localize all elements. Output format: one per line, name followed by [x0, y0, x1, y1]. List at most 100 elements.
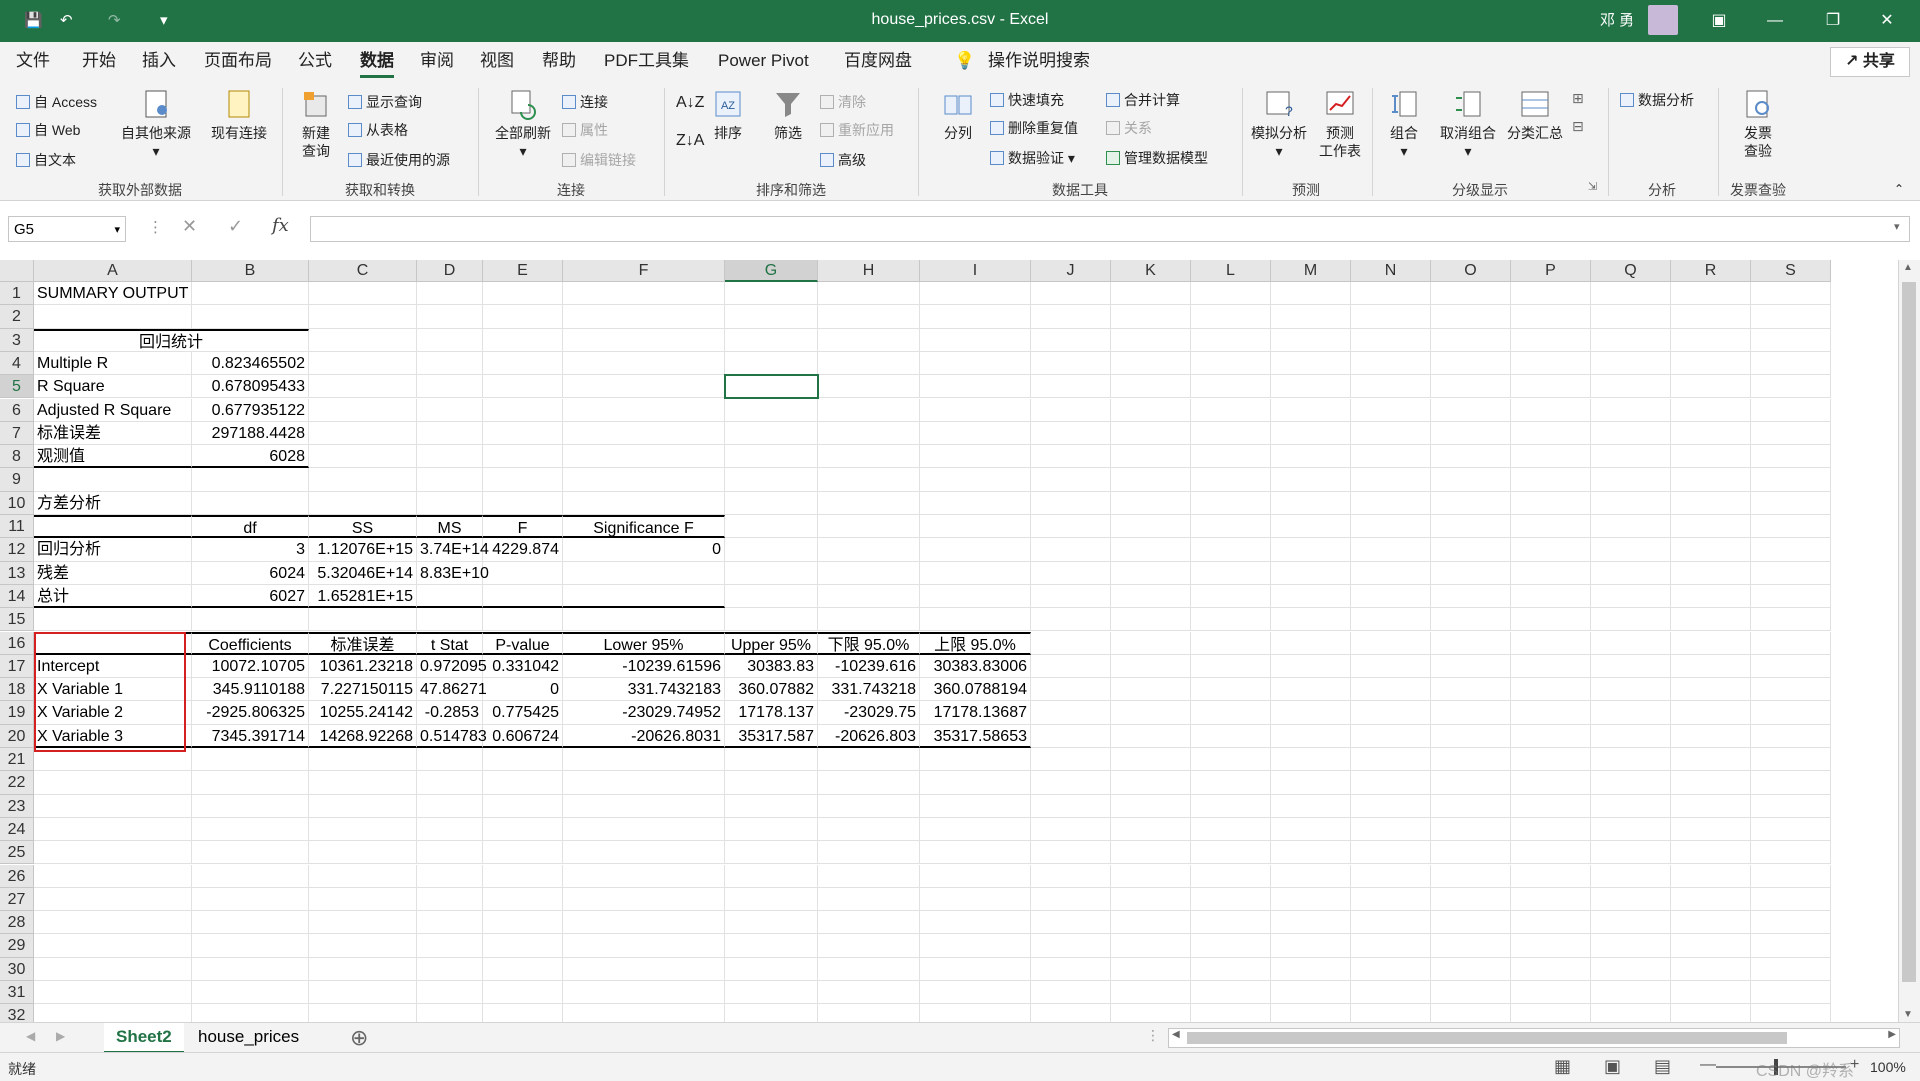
cell-k7[interactable]: [1111, 421, 1191, 446]
cell-k14[interactable]: [1111, 584, 1191, 609]
cell-h22[interactable]: [818, 771, 920, 795]
vertical-scroll-thumb[interactable]: [1902, 282, 1916, 982]
formula-input[interactable]: [310, 216, 1910, 242]
cell-o28[interactable]: [1431, 911, 1511, 935]
cell-l23[interactable]: [1191, 794, 1271, 818]
cell-p25[interactable]: [1511, 841, 1591, 865]
cell-l25[interactable]: [1191, 841, 1271, 865]
column-header-b[interactable]: B: [192, 260, 309, 282]
cell-o15[interactable]: [1431, 608, 1511, 632]
cell-h19[interactable]: -23029.75: [818, 701, 920, 725]
cell-b10[interactable]: [192, 491, 309, 515]
cell-i28[interactable]: [920, 911, 1031, 935]
cell-a19[interactable]: X Variable 2: [34, 701, 192, 725]
cell-n5[interactable]: [1351, 375, 1431, 399]
cell-m31[interactable]: [1271, 981, 1351, 1005]
cell-a26[interactable]: [34, 864, 192, 888]
cell-g30[interactable]: [725, 957, 818, 981]
cell-m2[interactable]: [1271, 305, 1351, 329]
cell-b4[interactable]: 0.823465502: [192, 351, 309, 376]
cell-g25[interactable]: [725, 841, 818, 865]
cell-o2[interactable]: [1431, 305, 1511, 329]
cell-j19[interactable]: [1031, 701, 1111, 725]
cell-j11[interactable]: [1031, 515, 1111, 539]
row-header-4[interactable]: 4: [0, 351, 34, 376]
cell-m16[interactable]: [1271, 631, 1351, 655]
cell-b17[interactable]: 10072.10705: [192, 654, 309, 679]
cell-e10[interactable]: [483, 491, 563, 515]
cell-f16[interactable]: Lower 95%: [563, 631, 725, 655]
cell-o6[interactable]: [1431, 398, 1511, 422]
cell-f6[interactable]: [563, 398, 725, 422]
cell-j13[interactable]: [1031, 561, 1111, 585]
avatar[interactable]: [1648, 5, 1678, 35]
cell-g16[interactable]: Upper 95%: [725, 631, 818, 655]
cell-b19[interactable]: -2925.806325: [192, 701, 309, 725]
cell-j17[interactable]: [1031, 654, 1111, 679]
cell-g24[interactable]: [725, 817, 818, 842]
cell-h12[interactable]: [818, 538, 920, 562]
cell-j30[interactable]: [1031, 957, 1111, 981]
cell-d22[interactable]: [417, 771, 483, 795]
row-header-12[interactable]: 12: [0, 538, 34, 562]
cell-n20[interactable]: [1351, 724, 1431, 748]
cell-c8[interactable]: [309, 445, 417, 469]
cell-d26[interactable]: [417, 864, 483, 888]
cell-e8[interactable]: [483, 445, 563, 469]
cell-e28[interactable]: [483, 911, 563, 935]
page-break-view-icon[interactable]: ▤: [1654, 1056, 1671, 1077]
cell-r24[interactable]: [1671, 817, 1751, 842]
cell-f9[interactable]: [563, 468, 725, 492]
cell-l9[interactable]: [1191, 468, 1271, 492]
cell-m21[interactable]: [1271, 748, 1351, 772]
ungroup-button[interactable]: 取消组合 ▾: [1436, 88, 1500, 160]
cell-e27[interactable]: [483, 887, 563, 912]
cell-i21[interactable]: [920, 748, 1031, 772]
cell-i3[interactable]: [920, 328, 1031, 352]
cell-a2[interactable]: [34, 305, 192, 329]
cell-a18[interactable]: X Variable 1: [34, 678, 192, 702]
cell-q14[interactable]: [1591, 584, 1671, 609]
cell-s1[interactable]: [1751, 282, 1831, 306]
cell-m10[interactable]: [1271, 491, 1351, 515]
cell-g11[interactable]: [725, 515, 818, 539]
properties-button[interactable]: 属性: [562, 120, 608, 140]
cell-e26[interactable]: [483, 864, 563, 888]
row-header-26[interactable]: 26: [0, 864, 34, 888]
cell-r8[interactable]: [1671, 445, 1751, 469]
cell-f23[interactable]: [563, 794, 725, 818]
scroll-tabs-left-icon[interactable]: ◀: [26, 1029, 35, 1043]
cell-p28[interactable]: [1511, 911, 1591, 935]
cell-e23[interactable]: [483, 794, 563, 818]
row-header-17[interactable]: 17: [0, 654, 34, 679]
zoom-level[interactable]: 100%: [1870, 1059, 1906, 1075]
row-header-29[interactable]: 29: [0, 934, 34, 958]
cell-n13[interactable]: [1351, 561, 1431, 585]
cell-f31[interactable]: [563, 981, 725, 1005]
cell-p3[interactable]: [1511, 328, 1591, 352]
cell-i16[interactable]: 上限 95.0%: [920, 631, 1031, 655]
cell-s15[interactable]: [1751, 608, 1831, 632]
cell-i14[interactable]: [920, 584, 1031, 609]
cell-q11[interactable]: [1591, 515, 1671, 539]
cell-d15[interactable]: [417, 608, 483, 632]
cell-c26[interactable]: [309, 864, 417, 888]
cell-j5[interactable]: [1031, 375, 1111, 399]
cell-c24[interactable]: [309, 817, 417, 842]
cell-e13[interactable]: [483, 561, 563, 585]
cell-m6[interactable]: [1271, 398, 1351, 422]
cell-e25[interactable]: [483, 841, 563, 865]
cell-d24[interactable]: [417, 817, 483, 842]
cell-p30[interactable]: [1511, 957, 1591, 981]
row-header-31[interactable]: 31: [0, 981, 34, 1005]
cell-l5[interactable]: [1191, 375, 1271, 399]
row-header-6[interactable]: 6: [0, 398, 34, 422]
column-header-q[interactable]: Q: [1591, 260, 1671, 282]
cell-m30[interactable]: [1271, 957, 1351, 981]
cell-r29[interactable]: [1671, 934, 1751, 958]
cell-s6[interactable]: [1751, 398, 1831, 422]
cell-d7[interactable]: [417, 421, 483, 446]
cell-d31[interactable]: [417, 981, 483, 1005]
tab-baidu-netdisk[interactable]: 百度网盘: [844, 42, 912, 80]
cell-j9[interactable]: [1031, 468, 1111, 492]
